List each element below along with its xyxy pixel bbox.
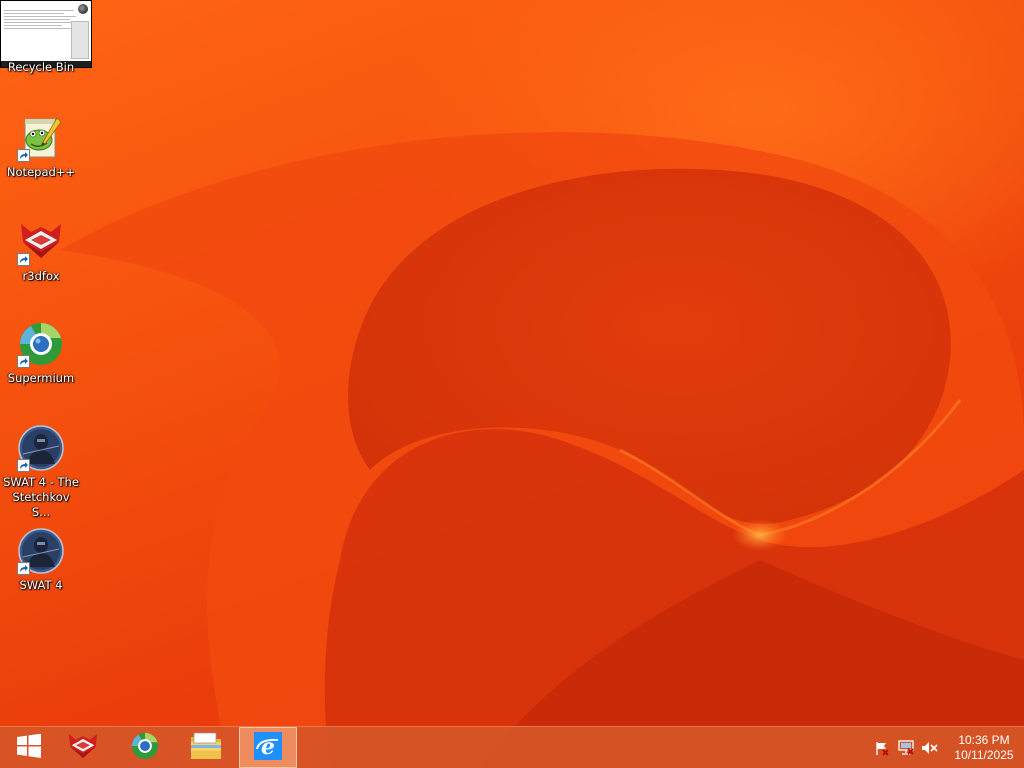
thumbnail-text-line (4, 19, 70, 20)
taskbar-file-explorer-button[interactable] (177, 727, 235, 768)
taskbar: e 10:36 PM 10/11/2025 (0, 726, 1024, 768)
taskbar-supermium-button[interactable] (116, 727, 174, 768)
thumbnail-text-line (4, 22, 74, 23)
desktop-icon-notepad-plus-plus[interactable]: Notepad++ (2, 114, 80, 180)
internet-explorer-icon: e (253, 731, 283, 765)
desktop-icon-swat4[interactable]: SWAT 4 (2, 527, 80, 593)
windows-logo-icon (16, 733, 42, 763)
taskbar-clock[interactable]: 10:36 PM 10/11/2025 (948, 733, 1020, 763)
swat4-icon (17, 527, 65, 575)
thumbnail-text-line (4, 10, 74, 11)
shortcut-arrow-icon (17, 253, 30, 266)
shortcut-arrow-icon (17, 355, 30, 368)
r3dfox-icon (17, 218, 65, 266)
taskbar-r3dfox-button[interactable] (54, 727, 112, 768)
desktop-icon-label: SWAT 4 (19, 578, 63, 592)
desktop-icon-r3dfox[interactable]: r3dfox (2, 218, 80, 284)
taskbar-internet-explorer-button[interactable]: e (239, 727, 297, 768)
action-center-flag-icon[interactable] (870, 727, 894, 768)
system-tray: 10:36 PM 10/11/2025 (870, 727, 1024, 768)
svg-text:e: e (261, 734, 275, 760)
folder-icon (190, 731, 222, 765)
volume-muted-icon[interactable] (918, 727, 942, 768)
desktop-icon-label: Supermium (7, 371, 75, 385)
thumbnail-text-line (4, 25, 62, 26)
desktop-wallpaper (0, 0, 1024, 768)
desktop-icon-supermium[interactable]: Supermium (2, 320, 80, 386)
supermium-icon (17, 320, 65, 368)
desktop-icon-label: r3dfox (22, 269, 60, 283)
thumbnail-text-line (4, 16, 76, 17)
desktop-icon-label: Notepad++ (6, 165, 76, 179)
desktop-icon-recycle-bin[interactable]: Recycle Bin (2, 58, 80, 75)
swat4-icon (17, 424, 65, 472)
shortcut-arrow-icon (17, 149, 30, 162)
supermium-icon (130, 731, 160, 765)
network-icon[interactable] (894, 727, 918, 768)
desktop-icon-label: Recycle Bin (7, 60, 75, 74)
desktop-icon-swat4-stetchkov[interactable]: SWAT 4 - The Stetchkov S... (2, 424, 80, 520)
shortcut-arrow-icon (17, 562, 30, 575)
clock-date: 10/11/2025 (954, 747, 1014, 762)
thumbnail-side-panel (71, 21, 89, 59)
start-button[interactable] (0, 727, 58, 768)
thumbnail-logo-icon (78, 4, 88, 14)
notepad-plus-plus-icon (17, 114, 65, 162)
thumbnail-text-line (4, 13, 64, 14)
clock-time: 10:36 PM (958, 732, 1010, 747)
r3dfox-icon (66, 731, 100, 765)
thumbnail-text-line (4, 28, 72, 29)
shortcut-arrow-icon (17, 459, 30, 472)
desktop-icon-label: SWAT 4 - The Stetchkov S... (3, 475, 79, 519)
